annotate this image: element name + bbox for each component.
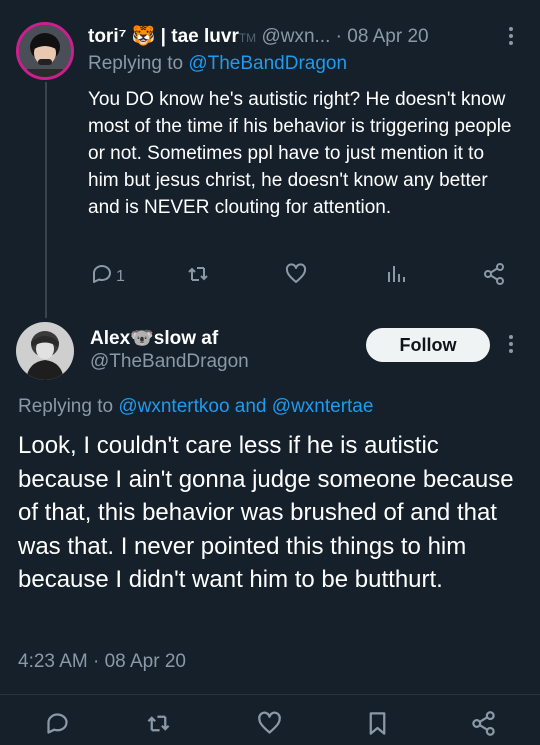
replying-and: and <box>234 396 267 417</box>
share-button[interactable] <box>482 262 506 291</box>
more-icon[interactable] <box>508 26 514 46</box>
replying-to-mention[interactable]: @wxntertae <box>272 396 374 417</box>
share-icon <box>482 262 506 291</box>
avatar[interactable] <box>16 322 74 380</box>
avatar-photo <box>16 322 74 380</box>
replying-to-line: Replying to @TheBandDragon <box>88 53 347 75</box>
replying-to-mention[interactable]: @TheBandDragon <box>188 53 347 74</box>
tweet-meta: 4:23 AM · 08 Apr 20 <box>18 651 186 673</box>
tweet-date[interactable]: 08 Apr 20 <box>105 651 186 672</box>
replying-prefix: Replying to <box>18 396 114 417</box>
display-name[interactable]: Alex🐨slow af <box>90 326 218 350</box>
replying-to-line: Replying to @wxntertkoo and @wxntertae <box>18 396 373 418</box>
share-button[interactable] <box>470 710 497 742</box>
date-separator: · <box>93 651 100 672</box>
views-button[interactable] <box>384 262 408 291</box>
like-button[interactable] <box>256 710 283 742</box>
date-separator: · <box>335 26 342 47</box>
views-icon <box>384 262 408 291</box>
retweet-icon <box>186 262 210 291</box>
retweet-button[interactable] <box>186 262 210 291</box>
bookmark-icon <box>364 710 391 742</box>
reply-icon <box>90 262 114 291</box>
avatar-photo <box>19 25 71 77</box>
reply-header: tori⁷ 🐯 | tae luvrTM @wxn... · 08 Apr 20 <box>88 24 429 48</box>
handle[interactable]: @TheBandDragon <box>90 351 249 373</box>
reply-icon <box>44 710 71 742</box>
like-button[interactable] <box>284 262 308 291</box>
tweet-actions <box>0 710 540 740</box>
display-name[interactable]: tori⁷ 🐯 | tae luvr <box>88 26 239 47</box>
tweet-actions: 1 <box>88 262 518 290</box>
more-icon[interactable] <box>508 334 514 354</box>
retweet-icon <box>145 710 172 742</box>
tweet-date[interactable]: 08 Apr 20 <box>347 26 428 47</box>
divider <box>0 694 540 695</box>
handle[interactable]: @wxn... <box>261 26 330 47</box>
bookmark-button[interactable] <box>364 710 391 742</box>
tweet-text: You DO know he's autistic right? He does… <box>88 89 512 218</box>
share-icon <box>470 710 497 742</box>
reply-button[interactable] <box>44 710 71 742</box>
like-icon <box>256 710 283 742</box>
thread-connector-line <box>45 82 47 318</box>
replying-to-mention[interactable]: @wxntertkoo <box>118 396 229 417</box>
tweet-text: Look, I couldn't care less if he is auti… <box>18 432 514 593</box>
reply-count: 1 <box>116 267 125 285</box>
replying-prefix: Replying to <box>88 53 184 74</box>
reply-button[interactable]: 1 <box>90 262 125 291</box>
like-icon <box>284 262 308 291</box>
avatar[interactable] <box>16 22 74 80</box>
tweet-time[interactable]: 4:23 AM <box>18 651 88 672</box>
name-suffix: TM <box>238 31 257 45</box>
retweet-button[interactable] <box>145 710 172 742</box>
follow-button[interactable]: Follow <box>366 328 490 362</box>
